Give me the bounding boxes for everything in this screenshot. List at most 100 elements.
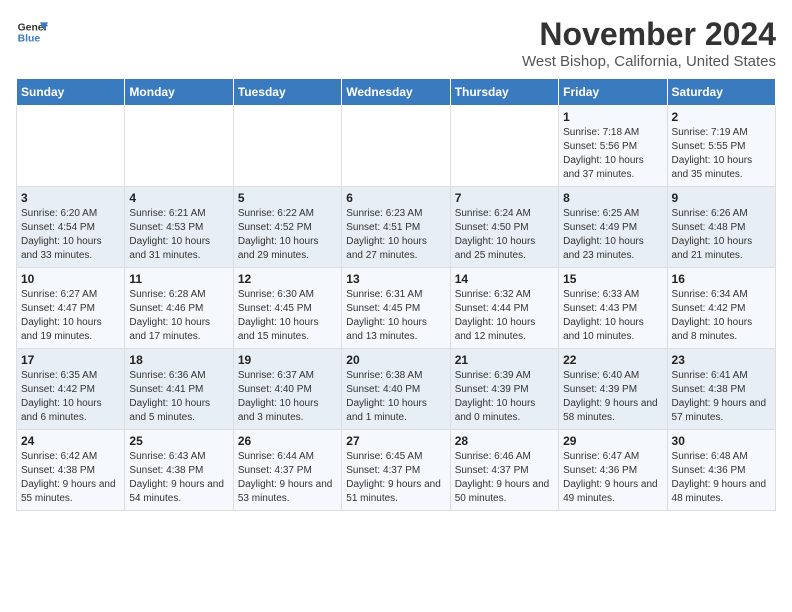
calendar-cell: 19Sunrise: 6:37 AM Sunset: 4:40 PM Dayli… [233, 349, 341, 430]
calendar-cell: 2Sunrise: 7:19 AM Sunset: 5:55 PM Daylig… [667, 106, 775, 187]
day-number: 4 [129, 191, 228, 205]
day-info: Sunrise: 6:40 AM Sunset: 4:39 PM Dayligh… [563, 369, 662, 425]
calendar-cell: 14 Sunrise: 6:32 AM Sunset: 4:44 PM Dayli… [450, 268, 558, 349]
day-info: Sunrise: 6:23 AM Sunset: 4:51 PM Dayligh… [346, 207, 445, 263]
day-info: Sunrise: 6:45 AM Sunset: 4:37 PM Dayligh… [346, 450, 445, 506]
day-info: Sunrise: 7:18 AM Sunset: 5:56 PM Dayligh… [563, 126, 662, 182]
calendar-week-row: 1 Sunrise: 7:18 AM Sunset: 5:56 PM Daylig… [17, 106, 776, 187]
day-info: Sunrise: 6:37 AM Sunset: 4:40 PM Dayligh… [238, 369, 337, 425]
day-of-week-header: Monday [125, 79, 233, 106]
calendar-cell: 28Sunrise: 6:46 AM Sunset: 4:37 PM Dayli… [450, 430, 558, 511]
day-of-week-header: Wednesday [342, 79, 450, 106]
calendar-cell: 17 Sunrise: 6:35 AM Sunset: 4:42 PM Dayli… [17, 349, 125, 430]
day-number: 12 [238, 272, 337, 286]
calendar-cell: 30Sunrise: 6:48 AM Sunset: 4:36 PM Dayli… [667, 430, 775, 511]
day-info: Sunrise: 6:48 AM Sunset: 4:36 PM Dayligh… [672, 450, 771, 506]
day-of-week-header: Tuesday [233, 79, 341, 106]
calendar-table: SundayMondayTuesdayWednesdayThursdayFrid… [16, 78, 776, 511]
day-number: 27 [346, 434, 445, 448]
day-number: 15 [563, 272, 662, 286]
calendar-cell: 23Sunrise: 6:41 AM Sunset: 4:38 PM Dayli… [667, 349, 775, 430]
day-number: 1 [563, 110, 662, 124]
calendar-cell: 27 Sunrise: 6:45 AM Sunset: 4:37 PM Dayli… [342, 430, 450, 511]
calendar-cell: 9Sunrise: 6:26 AM Sunset: 4:48 PM Daylig… [667, 187, 775, 268]
day-number: 16 [672, 272, 771, 286]
day-number: 11 [129, 272, 228, 286]
day-number: 3 [21, 191, 120, 205]
day-info: Sunrise: 6:47 AM Sunset: 4:36 PM Dayligh… [563, 450, 662, 506]
calendar-cell: 12 Sunrise: 6:30 AM Sunset: 4:45 PM Dayli… [233, 268, 341, 349]
calendar-cell: 16 Sunrise: 6:34 AM Sunset: 4:42 PM Dayli… [667, 268, 775, 349]
logo-icon: General Blue [16, 16, 48, 48]
calendar-cell: 10 Sunrise: 6:27 AM Sunset: 4:47 PM Dayli… [17, 268, 125, 349]
calendar-cell: 4Sunrise: 6:21 AM Sunset: 4:53 PM Daylig… [125, 187, 233, 268]
calendar-cell: 1 Sunrise: 7:18 AM Sunset: 5:56 PM Daylig… [559, 106, 667, 187]
day-info: Sunrise: 6:32 AM Sunset: 4:44 PM Dayligh… [455, 288, 554, 344]
day-info: Sunrise: 6:25 AM Sunset: 4:49 PM Dayligh… [563, 207, 662, 263]
day-info: Sunrise: 6:20 AM Sunset: 4:54 PM Dayligh… [21, 207, 120, 263]
calendar-week-row: 24 Sunrise: 6:42 AM Sunset: 4:38 PM Dayli… [17, 430, 776, 511]
day-number: 7 [455, 191, 554, 205]
day-number: 26 [238, 434, 337, 448]
day-number: 6 [346, 191, 445, 205]
day-number: 14 [455, 272, 554, 286]
calendar-cell: 13Sunrise: 6:31 AM Sunset: 4:45 PM Dayli… [342, 268, 450, 349]
calendar-cell: 29 Sunrise: 6:47 AM Sunset: 4:36 PM Dayli… [559, 430, 667, 511]
day-info: Sunrise: 6:30 AM Sunset: 4:45 PM Dayligh… [238, 288, 337, 344]
day-info: Sunrise: 6:44 AM Sunset: 4:37 PM Dayligh… [238, 450, 337, 506]
day-of-week-header: Saturday [667, 79, 775, 106]
svg-text:Blue: Blue [18, 34, 41, 45]
header: General Blue November 2024 West Bishop, … [16, 16, 776, 70]
day-info: Sunrise: 6:33 AM Sunset: 4:43 PM Dayligh… [563, 288, 662, 344]
day-number: 21 [455, 353, 554, 367]
day-info: Sunrise: 6:42 AM Sunset: 4:38 PM Dayligh… [21, 450, 120, 506]
day-info: Sunrise: 6:43 AM Sunset: 4:38 PM Dayligh… [129, 450, 228, 506]
calendar-cell: 15 Sunrise: 6:33 AM Sunset: 4:43 PM Dayli… [559, 268, 667, 349]
day-number: 18 [129, 353, 228, 367]
day-info: Sunrise: 6:26 AM Sunset: 4:48 PM Dayligh… [672, 207, 771, 263]
day-number: 22 [563, 353, 662, 367]
day-of-week-header: Sunday [17, 79, 125, 106]
calendar-cell: 7 Sunrise: 6:24 AM Sunset: 4:50 PM Daylig… [450, 187, 558, 268]
title-area: November 2024 West Bishop, California, U… [522, 16, 776, 70]
calendar-cell: 22 Sunrise: 6:40 AM Sunset: 4:39 PM Dayli… [559, 349, 667, 430]
day-info: Sunrise: 6:35 AM Sunset: 4:42 PM Dayligh… [21, 369, 120, 425]
calendar-cell: 20Sunrise: 6:38 AM Sunset: 4:40 PM Dayli… [342, 349, 450, 430]
day-info: Sunrise: 6:22 AM Sunset: 4:52 PM Dayligh… [238, 207, 337, 263]
day-number: 28 [455, 434, 554, 448]
calendar-header-row: SundayMondayTuesdayWednesdayThursdayFrid… [17, 79, 776, 106]
calendar-cell: 24 Sunrise: 6:42 AM Sunset: 4:38 PM Dayli… [17, 430, 125, 511]
day-info: Sunrise: 6:34 AM Sunset: 4:42 PM Dayligh… [672, 288, 771, 344]
month-title: November 2024 [522, 16, 776, 53]
calendar-cell: 3 Sunrise: 6:20 AM Sunset: 4:54 PM Daylig… [17, 187, 125, 268]
day-number: 17 [21, 353, 120, 367]
day-info: Sunrise: 6:31 AM Sunset: 4:45 PM Dayligh… [346, 288, 445, 344]
calendar-cell: 25 Sunrise: 6:43 AM Sunset: 4:38 PM Dayli… [125, 430, 233, 511]
day-info: Sunrise: 6:28 AM Sunset: 4:46 PM Dayligh… [129, 288, 228, 344]
day-number: 25 [129, 434, 228, 448]
calendar-week-row: 10 Sunrise: 6:27 AM Sunset: 4:47 PM Dayli… [17, 268, 776, 349]
day-number: 10 [21, 272, 120, 286]
day-info: Sunrise: 6:39 AM Sunset: 4:39 PM Dayligh… [455, 369, 554, 425]
day-of-week-header: Friday [559, 79, 667, 106]
day-number: 20 [346, 353, 445, 367]
calendar-cell: 6 Sunrise: 6:23 AM Sunset: 4:51 PM Daylig… [342, 187, 450, 268]
logo: General Blue [16, 16, 48, 48]
day-info: Sunrise: 6:27 AM Sunset: 4:47 PM Dayligh… [21, 288, 120, 344]
day-number: 29 [563, 434, 662, 448]
calendar-cell: 18Sunrise: 6:36 AM Sunset: 4:41 PM Dayli… [125, 349, 233, 430]
calendar-cell [450, 106, 558, 187]
calendar-cell [233, 106, 341, 187]
calendar-cell: 11 Sunrise: 6:28 AM Sunset: 4:46 PM Dayli… [125, 268, 233, 349]
calendar-cell: 26 Sunrise: 6:44 AM Sunset: 4:37 PM Dayli… [233, 430, 341, 511]
day-number: 5 [238, 191, 337, 205]
calendar-cell: 21 Sunrise: 6:39 AM Sunset: 4:39 PM Dayli… [450, 349, 558, 430]
location-title: West Bishop, California, United States [522, 53, 776, 70]
calendar-week-row: 17 Sunrise: 6:35 AM Sunset: 4:42 PM Dayli… [17, 349, 776, 430]
day-info: Sunrise: 7:19 AM Sunset: 5:55 PM Dayligh… [672, 126, 771, 182]
day-of-week-header: Thursday [450, 79, 558, 106]
day-info: Sunrise: 6:24 AM Sunset: 4:50 PM Dayligh… [455, 207, 554, 263]
calendar-cell [342, 106, 450, 187]
day-number: 24 [21, 434, 120, 448]
calendar-cell [125, 106, 233, 187]
